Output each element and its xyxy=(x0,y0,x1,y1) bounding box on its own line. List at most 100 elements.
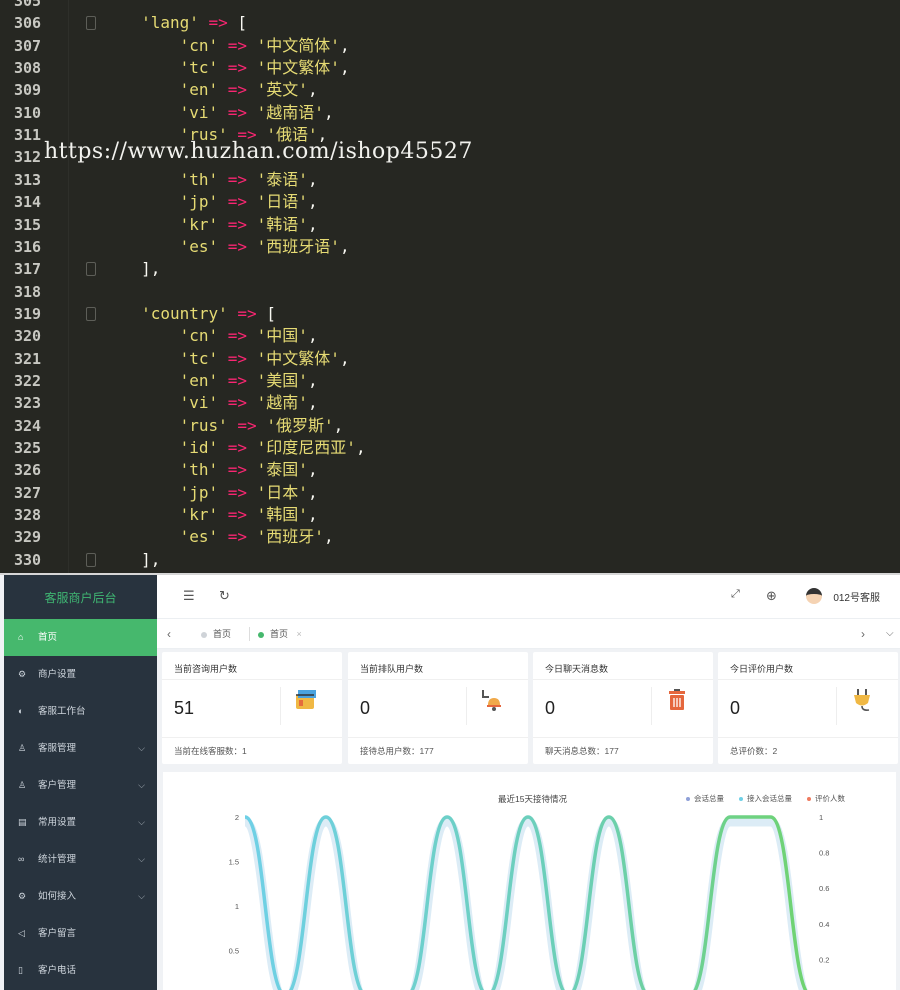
code-editor[interactable]: 305 306 'lang' => [307 'cn' => '中文简体', 308… xyxy=(0,0,900,573)
card-divider xyxy=(718,679,898,680)
stat-card-footer: 聊天消息总数：177 xyxy=(545,746,619,756)
code-text: 'th' => '泰国', xyxy=(64,459,318,481)
code-line: 317 ], xyxy=(0,258,900,280)
line-number: 330 xyxy=(14,550,42,569)
legend-label: 接入会话总量 xyxy=(747,794,792,803)
sidebar-item[interactable]: ♙ 客服管理 ⌵ xyxy=(4,730,157,767)
legend-item[interactable]: 评价人数 xyxy=(807,793,845,804)
series-line-sessions-accepted[interactable] xyxy=(244,815,811,990)
tabs-scroll-right-icon[interactable]: › xyxy=(861,619,865,649)
line-number: 323 xyxy=(14,394,42,413)
string-token: 'id' xyxy=(179,438,219,457)
code-token: , xyxy=(339,236,350,256)
string-token: '中文简体' xyxy=(256,35,340,55)
code-line: 319 'country' => [ xyxy=(0,303,900,325)
code-text: 'cn' => '中国', xyxy=(64,325,318,347)
operator-token: => xyxy=(227,460,248,480)
avatar[interactable] xyxy=(806,588,822,604)
sidebar-item[interactable]: ◁ 客户留言 xyxy=(4,915,157,952)
tabs-scroll-left-icon[interactable]: ‹ xyxy=(167,619,171,649)
line-number: 324 xyxy=(14,416,42,435)
menu-collapse-icon[interactable]: ☰ xyxy=(183,588,195,604)
y-right-tick-label: 1 xyxy=(819,813,823,822)
line-number: 305 xyxy=(14,0,42,10)
string-token: 'es' xyxy=(179,527,219,547)
string-token: '中文繁体' xyxy=(256,58,340,78)
legend-label: 评价人数 xyxy=(815,794,845,803)
string-token: 'lang' xyxy=(141,13,199,33)
legend-item[interactable]: 接入会话总量 xyxy=(739,793,792,804)
code-token: , xyxy=(339,58,350,78)
globe-icon[interactable]: ⊕ xyxy=(766,588,777,604)
username[interactable]: 012号客服 xyxy=(833,589,880,604)
tab-divider xyxy=(249,627,250,641)
string-token: 'cn' xyxy=(179,35,219,55)
operator-token: => xyxy=(227,505,248,525)
sidebar-item[interactable]: ▤ 常用设置 ⌵ xyxy=(4,804,157,841)
line-number: 321 xyxy=(14,349,42,368)
code-text: 'th' => '泰语', xyxy=(64,169,318,191)
sidebar-item[interactable]: ▯ 客户电话 xyxy=(4,952,157,989)
code-line: 328 'kr' => '韩国', xyxy=(0,504,900,526)
sidebar-item[interactable]: ⚙ 如何接入 ⌵ xyxy=(4,878,157,915)
line-number: 329 xyxy=(14,528,42,547)
code-line: 321 'tc' => '中文繁体', xyxy=(0,348,900,370)
code-text: 'jp' => '日语', xyxy=(64,191,318,213)
code-line: 316 'es' => '西班牙语', xyxy=(0,236,900,258)
operator-token: => xyxy=(227,214,248,234)
string-token: 'country' xyxy=(141,303,228,323)
code-line: 314 'jp' => '日语', xyxy=(0,191,900,213)
line-number: 328 xyxy=(14,506,42,525)
settings-doc-icon: ▤ xyxy=(18,817,27,827)
code-text: 'en' => '美国', xyxy=(64,370,318,392)
tabs-bar: ‹ 首页 首页 × › ⌵ xyxy=(157,619,900,649)
code-line: 309 'en' => '英文', xyxy=(0,79,900,101)
refresh-icon[interactable]: ↻ xyxy=(219,588,230,604)
string-token: '印度尼西亚' xyxy=(256,438,356,457)
sidebar-item-label: 客服管理 xyxy=(38,743,77,754)
sidebar-item[interactable]: ⚙ 商户设置 xyxy=(4,656,157,693)
plug-settings-icon: ⚙ xyxy=(18,891,27,901)
sidebar-item[interactable]: ∞ 统计管理 ⌵ xyxy=(4,841,157,878)
sidebar-item-label: 客户电话 xyxy=(38,965,77,976)
string-token: 'kr' xyxy=(179,214,219,234)
code-text: 'vi' => '越南', xyxy=(64,392,318,414)
code-line: 320 'cn' => '中国', xyxy=(0,325,900,347)
legend-item[interactable]: 会话总量 xyxy=(686,793,724,804)
sidebar-item[interactable]: ⌂ 首页 xyxy=(4,619,157,656)
string-token: 'th' xyxy=(179,169,219,189)
fullscreen-icon[interactable]: ⤢ xyxy=(731,588,740,601)
sidebar-item-label: 客服工作台 xyxy=(38,706,86,717)
sidebar: 客服商户后台 ⌂ 首页 ⚙ 商户设置 ◐ 客服工作台 ♙ 客服管理 ⌵ ♙ 客户管理 ⌵ ▤ 常用设置 ⌵ ∞… xyxy=(4,575,157,990)
card-divider xyxy=(533,737,713,738)
series-line-shadow xyxy=(242,817,809,990)
code-text: 'kr' => '韩国', xyxy=(64,504,318,526)
line-number: 313 xyxy=(14,170,42,189)
y-right-tick-label: 0.8 xyxy=(819,849,829,858)
code-token: ], xyxy=(64,549,161,569)
tab-close-icon[interactable]: × xyxy=(297,629,302,639)
sidebar-item[interactable]: ◐ 客服工作台 xyxy=(4,693,157,730)
code-token: , xyxy=(323,527,334,547)
tabs-dropdown-icon[interactable]: ⌵ xyxy=(886,619,894,649)
code-text: 'country' => [ xyxy=(64,303,276,325)
stat-card-value: 0 xyxy=(360,698,371,718)
stat-card-footer: 接待总用户数：177 xyxy=(360,746,434,756)
tab-home-active[interactable]: 首页 × xyxy=(258,619,302,649)
stat-card-title: 今日聊天消息数 xyxy=(545,664,609,674)
y-right-tick-label: 0.4 xyxy=(819,920,829,929)
code-line: 305 xyxy=(0,0,900,12)
sidebar-item[interactable]: ♙ 客户管理 ⌵ xyxy=(4,767,157,804)
tab-home[interactable]: 首页 xyxy=(201,619,231,649)
